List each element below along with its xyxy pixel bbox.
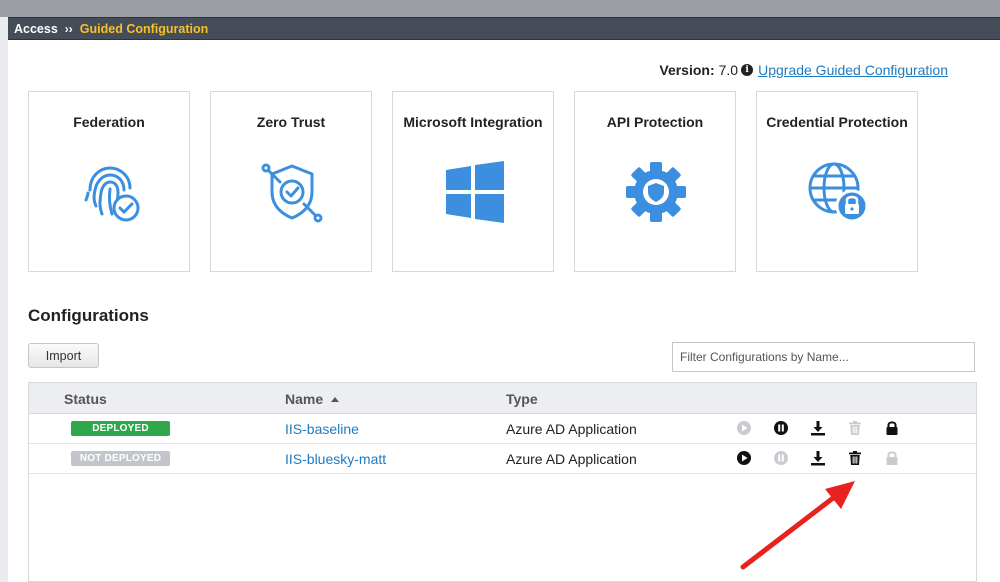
version-value: 7.0 xyxy=(718,62,739,78)
column-header-status[interactable]: Status xyxy=(64,391,107,407)
row-actions xyxy=(736,420,921,436)
configurations-heading: Configurations xyxy=(28,306,149,325)
sort-ascending-icon xyxy=(331,397,340,402)
breadcrumb-root[interactable]: Access xyxy=(14,22,58,36)
card-title: API Protection xyxy=(606,114,704,130)
column-header-name-label: Name xyxy=(285,391,324,407)
windows-logo-icon xyxy=(446,161,504,223)
card-title: Microsoft Integration xyxy=(403,114,543,130)
configurations-table: Status Name Type DEPLOYED IIS-baseline A… xyxy=(28,382,977,582)
trash-icon xyxy=(849,421,861,435)
configuration-type: Azure AD Application xyxy=(506,451,637,467)
import-button[interactable]: Import xyxy=(28,343,99,368)
deploy-button[interactable] xyxy=(736,450,752,466)
row-actions xyxy=(736,450,921,466)
breadcrumb-separator: ›› xyxy=(64,21,73,36)
card-credential-protection[interactable]: Credential Protection xyxy=(756,91,918,272)
configuration-name-link[interactable]: IIS-bluesky-matt xyxy=(285,451,386,467)
delete-button[interactable] xyxy=(847,450,863,466)
play-circle-icon xyxy=(737,451,751,465)
fingerprint-check-icon xyxy=(84,166,140,222)
table-row: NOT DEPLOYED IIS-bluesky-matt Azure AD A… xyxy=(29,444,976,474)
undeploy-button[interactable] xyxy=(773,420,789,436)
column-header-type[interactable]: Type xyxy=(506,391,538,407)
main-panel: Version: 7.0 i Upgrade Guided Configurat… xyxy=(8,40,1000,582)
upgrade-link[interactable]: Upgrade Guided Configuration xyxy=(758,62,948,78)
card-title: Zero Trust xyxy=(256,114,326,130)
card-microsoft-integration[interactable]: Microsoft Integration xyxy=(392,91,554,272)
lock-icon xyxy=(886,451,898,465)
deploy-button[interactable] xyxy=(736,420,752,436)
gear-shield-icon xyxy=(626,162,686,222)
download-icon xyxy=(811,421,825,436)
card-zero-trust[interactable]: Zero Trust xyxy=(210,91,372,272)
configuration-type: Azure AD Application xyxy=(506,421,637,437)
top-strip xyxy=(0,0,1000,17)
table-row: DEPLOYED IIS-baseline Azure AD Applicati… xyxy=(29,414,976,444)
delete-button[interactable] xyxy=(847,420,863,436)
version-label: Version: xyxy=(659,62,715,78)
card-api-protection[interactable]: API Protection xyxy=(574,91,736,272)
card-title: Federation xyxy=(73,114,145,130)
undeploy-button[interactable] xyxy=(773,450,789,466)
filter-configurations-input[interactable] xyxy=(672,342,975,372)
table-header: Status Name Type xyxy=(29,383,976,414)
play-circle-icon xyxy=(737,421,751,435)
template-cards: Federation Zero Trust Microsoft Integrat… xyxy=(28,91,918,272)
version-info: Version: 7.0 i Upgrade Guided Configurat… xyxy=(659,62,948,78)
pause-circle-icon xyxy=(774,451,788,465)
lock-icon xyxy=(886,421,898,435)
status-badge: NOT DEPLOYED xyxy=(71,451,170,466)
breadcrumb: Access ›› Guided Configuration xyxy=(8,17,1000,40)
info-icon[interactable]: i xyxy=(741,64,754,76)
configuration-name-link[interactable]: IIS-baseline xyxy=(285,421,359,437)
trash-icon xyxy=(849,451,861,465)
lock-button[interactable] xyxy=(884,420,900,436)
column-header-name[interactable]: Name xyxy=(285,391,340,407)
download-button[interactable] xyxy=(810,450,826,466)
breadcrumb-current[interactable]: Guided Configuration xyxy=(80,22,208,36)
lock-button[interactable] xyxy=(884,450,900,466)
card-title: Credential Protection xyxy=(766,114,908,130)
download-icon xyxy=(811,451,825,466)
globe-lock-icon xyxy=(808,162,869,223)
download-button[interactable] xyxy=(810,420,826,436)
shield-check-icon xyxy=(261,163,323,223)
pause-circle-icon xyxy=(774,421,788,435)
status-badge: DEPLOYED xyxy=(71,421,170,436)
card-federation[interactable]: Federation xyxy=(28,91,190,272)
